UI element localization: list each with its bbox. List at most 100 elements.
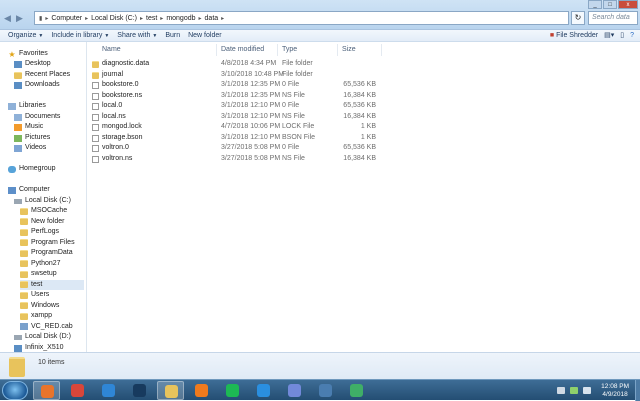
file-row[interactable]: diagnostic.data 4/8/2018 4:34 PM File fold… xyxy=(88,59,388,69)
taskbar-button[interactable] xyxy=(157,381,184,400)
nav-folder-label: New folder xyxy=(31,217,65,225)
nav-infinix[interactable]: Infinix_X510 xyxy=(14,343,64,352)
nav-folder-item[interactable]: swsetup xyxy=(20,269,57,279)
file-row[interactable]: mongod.lock 4/7/2018 10:06 PM LOCK File 1 K… xyxy=(88,122,388,132)
nav-folder-label: xampp xyxy=(31,312,53,319)
include-in-library-menu[interactable]: Include in library ▼ xyxy=(51,32,109,39)
help-icon[interactable]: ? xyxy=(630,32,634,39)
new-folder-button[interactable]: New folder xyxy=(188,32,221,39)
forward-icon[interactable]: ▶ xyxy=(16,12,26,24)
nav-local-disk-c[interactable]: Local Disk (C:) xyxy=(14,196,71,206)
nav-folder-item[interactable]: ProgramData xyxy=(20,248,73,258)
taskbar-button[interactable] xyxy=(33,381,60,400)
nav-folder-item[interactable]: PerfLogs xyxy=(20,227,59,237)
nav-folder-label: swsetup xyxy=(31,270,57,277)
folder-icon xyxy=(20,291,28,299)
column-header-name[interactable]: Name xyxy=(102,46,121,53)
nav-music[interactable]: Music xyxy=(14,122,43,132)
file-row[interactable]: bookstore.ns 3/1/2018 12:35 PM NS File 16,3… xyxy=(88,91,388,101)
column-header-type[interactable]: Type xyxy=(282,46,297,53)
network-icon[interactable] xyxy=(570,387,579,394)
burn-button[interactable]: Burn xyxy=(165,32,180,39)
column-header-size[interactable]: Size xyxy=(342,46,356,53)
file-row[interactable]: bookstore.0 3/1/2018 12:35 PM 0 File 65,536… xyxy=(88,80,388,90)
refresh-icon[interactable]: ↻ xyxy=(571,11,585,25)
nav-libraries[interactable]: Libraries xyxy=(8,101,46,111)
taskbar-button[interactable] xyxy=(343,381,370,400)
preview-pane-icon[interactable]: ▯ xyxy=(620,31,624,39)
column-divider[interactable] xyxy=(337,44,338,56)
nav-folder-item[interactable]: Program Files xyxy=(20,238,75,248)
show-desktop-button[interactable] xyxy=(635,380,640,401)
file-row[interactable]: local.ns 3/1/2018 12:10 PM NS File 16,384 K… xyxy=(88,112,388,122)
breadcrumb-mongodb[interactable]: mongodb xyxy=(166,15,195,22)
back-icon[interactable]: ◀ xyxy=(4,12,14,24)
breadcrumb-computer[interactable]: Computer xyxy=(51,15,82,22)
start-button[interactable] xyxy=(2,381,28,400)
nav-folder-item[interactable]: VC_RED.cab xyxy=(20,322,73,332)
nav-recent-places[interactable]: Recent Places xyxy=(14,70,70,80)
column-divider[interactable] xyxy=(381,44,382,56)
close-button[interactable]: x xyxy=(618,0,638,9)
chevron-down-icon: ▼ xyxy=(104,33,110,39)
taskbar-button[interactable] xyxy=(312,381,339,400)
system-tray: 12:08 PM 4/9/2018 xyxy=(552,380,640,401)
nav-computer-label: Computer xyxy=(19,186,50,193)
minimize-button[interactable]: _ xyxy=(588,0,602,9)
column-divider[interactable] xyxy=(277,44,278,56)
file-size: 1 KB xyxy=(360,123,376,130)
file-name: local.0 xyxy=(102,102,123,109)
breadcrumb-local-disk[interactable]: Local Disk (C:) xyxy=(91,15,137,22)
taskbar-button[interactable] xyxy=(250,381,277,400)
nav-pictures[interactable]: Pictures xyxy=(14,133,50,143)
file-shredder-button[interactable]: ■ File Shredder xyxy=(550,32,598,39)
taskbar-button[interactable] xyxy=(281,381,308,400)
nav-videos[interactable]: Videos xyxy=(14,143,46,153)
column-header-date[interactable]: Date modified xyxy=(221,46,264,53)
nav-local-disk-d[interactable]: Local Disk (D:) xyxy=(14,332,71,342)
store-icon xyxy=(257,384,270,397)
file-row[interactable]: local.0 3/1/2018 12:10 PM 0 File 65,536 KB xyxy=(88,101,388,111)
explorer-icon xyxy=(165,385,178,398)
nav-folder-item[interactable]: Users xyxy=(20,290,49,300)
taskbar-button[interactable] xyxy=(95,381,122,400)
organize-menu[interactable]: Organize ▼ xyxy=(8,32,43,39)
nav-desktop[interactable]: Desktop xyxy=(14,59,51,69)
breadcrumb-data[interactable]: data xyxy=(205,15,219,22)
nav-local-c-label: Local Disk (C:) xyxy=(25,197,71,204)
taskbar-button[interactable] xyxy=(188,381,215,400)
nav-documents[interactable]: Documents xyxy=(14,112,60,122)
view-options-icon[interactable]: ▤▾ xyxy=(604,31,614,39)
column-divider[interactable] xyxy=(216,44,217,56)
breadcrumb-test[interactable]: test xyxy=(146,15,157,22)
tray-overflow-icon[interactable] xyxy=(557,387,566,394)
volume-icon[interactable] xyxy=(583,387,592,394)
file-row[interactable]: storage.bson 3/1/2018 12:10 PM BSON File 1 … xyxy=(88,133,388,143)
folder-icon xyxy=(20,312,28,320)
search-input[interactable]: Search data xyxy=(588,11,638,25)
nav-folder-item[interactable]: test xyxy=(20,279,84,290)
share-with-menu[interactable]: Share with ▼ xyxy=(117,32,157,39)
maximize-button[interactable]: □ xyxy=(603,0,617,9)
nav-folder-item[interactable]: New folder xyxy=(20,217,64,227)
taskbar-button[interactable] xyxy=(64,381,91,400)
nav-folder-item[interactable]: MSOCache xyxy=(20,206,67,216)
nav-folder-item[interactable]: Windows xyxy=(20,301,59,311)
nav-folder-item[interactable]: Python27 xyxy=(20,259,61,269)
file-row[interactable]: journal 3/10/2018 10:48 PM File folder xyxy=(88,70,388,80)
nav-downloads[interactable]: Downloads xyxy=(14,80,60,90)
file-row[interactable]: voltron.ns 3/27/2018 5:08 PM NS File 16,384… xyxy=(88,154,388,164)
clock[interactable]: 12:08 PM 4/9/2018 xyxy=(601,383,629,399)
nav-computer[interactable]: Computer xyxy=(8,185,50,195)
folder-icon xyxy=(92,71,99,79)
address-field[interactable]: ▮ ▸ Computer ▸ Local Disk (C:) ▸ test ▸ … xyxy=(34,11,569,25)
taskbar-button[interactable] xyxy=(219,381,246,400)
music-icon xyxy=(14,123,22,131)
file-name: bookstore.0 xyxy=(102,81,139,88)
taskbar-button[interactable] xyxy=(126,381,153,400)
file-row[interactable]: voltron.0 3/27/2018 5:08 PM 0 File 65,536 K… xyxy=(88,143,388,153)
file-type: NS File xyxy=(282,154,305,162)
nav-favorites[interactable]: ★ Favorites xyxy=(8,49,47,59)
nav-folder-item[interactable]: xampp xyxy=(20,311,52,321)
nav-homegroup[interactable]: Homegroup xyxy=(8,164,56,174)
